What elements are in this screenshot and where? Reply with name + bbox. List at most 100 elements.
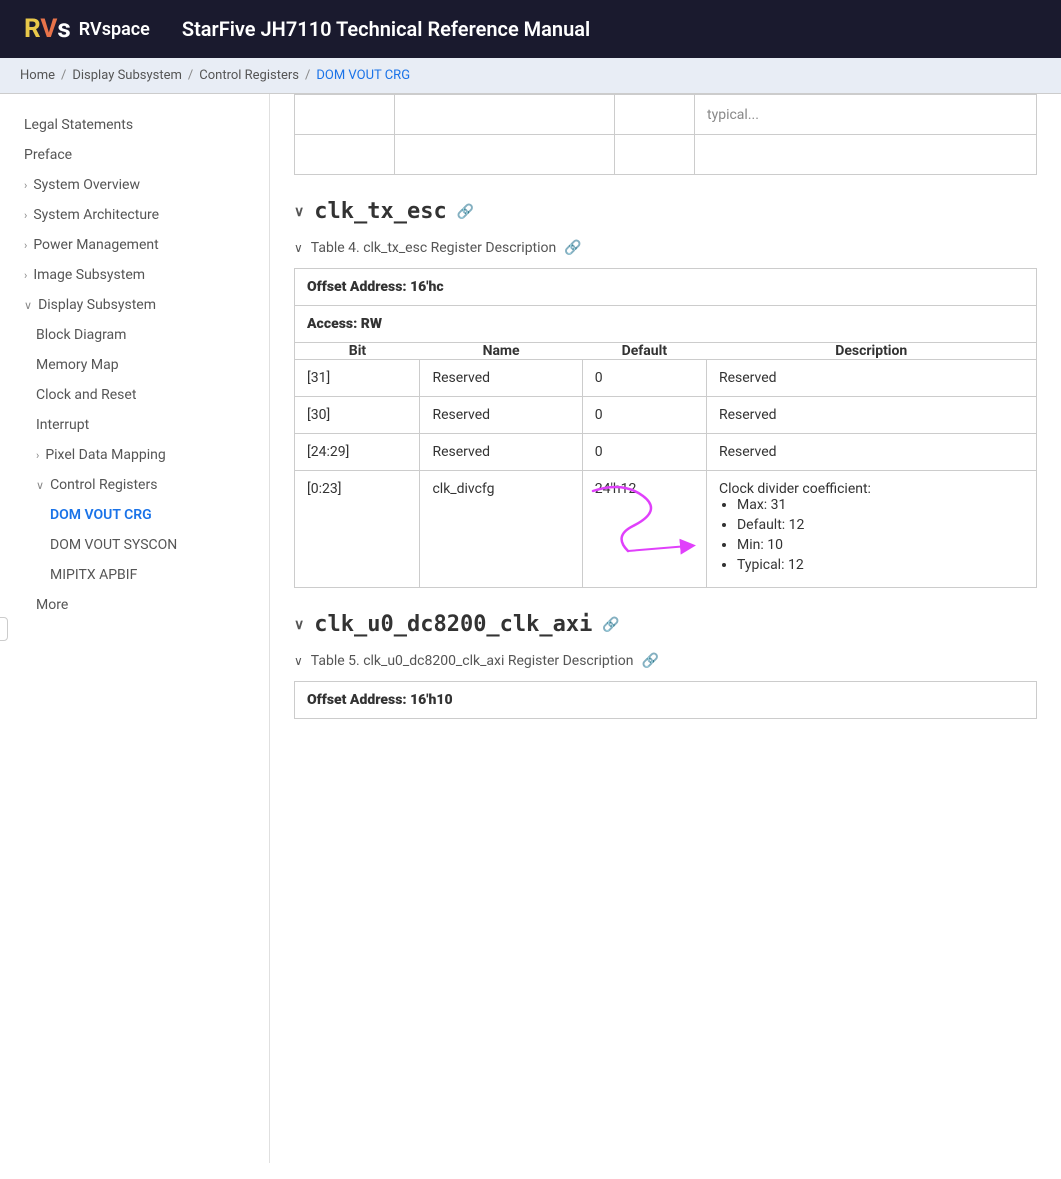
field-description: Clock divider coefficient: Max: 31 Defau… bbox=[706, 471, 1036, 588]
sidebar-item-power-management[interactable]: › Power Management bbox=[0, 230, 269, 260]
table-header-row: Bit Name Default Description bbox=[295, 343, 1037, 360]
table4-title: Table 4. clk_tx_esc Register Description bbox=[311, 240, 556, 256]
expand-icon: ∨ bbox=[24, 299, 32, 312]
expand-icon: › bbox=[24, 179, 27, 192]
section-clk-tx-esc: ∨ clk_tx_esc 🔗 bbox=[294, 199, 1037, 224]
partial-cell-8 bbox=[695, 135, 1037, 175]
partial-cell-7 bbox=[615, 135, 695, 175]
sidebar-item-dom-vout-crg[interactable]: DOM VOUT CRG bbox=[0, 500, 269, 530]
bit-field: [24:29] bbox=[295, 434, 420, 471]
sidebar-label: More bbox=[36, 597, 68, 613]
sidebar-item-clock-and-reset[interactable]: Clock and Reset bbox=[0, 380, 269, 410]
expand-icon: ∨ bbox=[36, 479, 44, 492]
partial-cell-5 bbox=[295, 135, 395, 175]
field-default: 0 bbox=[582, 360, 706, 397]
section-title: clk_tx_esc bbox=[314, 199, 446, 224]
partial-cell-4: typical... bbox=[695, 95, 1037, 135]
sidebar-label: Preface bbox=[24, 147, 72, 163]
access-value: Access: RW bbox=[295, 306, 1037, 343]
sidebar-item-system-overview[interactable]: › System Overview bbox=[0, 170, 269, 200]
breadcrumb-sep-3: / bbox=[305, 68, 310, 83]
sidebar-item-image-subsystem[interactable]: › Image Subsystem bbox=[0, 260, 269, 290]
section-toggle[interactable]: ∨ bbox=[294, 204, 304, 220]
annotation-squiggle bbox=[573, 481, 693, 561]
table-clk-tx-esc: Offset Address: 16'hc Access: RW Bit Nam… bbox=[294, 268, 1037, 588]
sidebar-label: Control Registers bbox=[50, 477, 157, 493]
sidebar-label: Power Management bbox=[33, 237, 158, 253]
sidebar-label: DOM VOUT CRG bbox=[50, 507, 152, 523]
table4-toggle[interactable]: ∨ bbox=[294, 241, 303, 255]
sidebar-item-display-subsystem[interactable]: ∨ Display Subsystem bbox=[0, 290, 269, 320]
offset-address: Offset Address: 16'hc bbox=[295, 269, 1037, 306]
sidebar-item-block-diagram[interactable]: Block Diagram bbox=[0, 320, 269, 350]
col-default: Default bbox=[582, 343, 706, 360]
sidebar-label: Interrupt bbox=[36, 417, 89, 433]
logo-r: R bbox=[24, 14, 40, 44]
section-toggle-2[interactable]: ∨ bbox=[294, 617, 304, 633]
sidebar-label: Display Subsystem bbox=[38, 297, 156, 313]
table4-link-icon[interactable]: 🔗 bbox=[564, 240, 581, 256]
sidebar-label: Image Subsystem bbox=[33, 267, 145, 283]
table-row: [0:23] clk_divcfg 24'h12 bbox=[295, 471, 1037, 588]
section-link-icon[interactable]: 🔗 bbox=[457, 204, 474, 220]
sidebar-item-control-registers[interactable]: ∨ Control Registers bbox=[0, 470, 269, 500]
sidebar-item-interrupt[interactable]: Interrupt bbox=[0, 410, 269, 440]
section-clk-u0: ∨ clk_u0_dc8200_clk_axi 🔗 bbox=[294, 612, 1037, 637]
list-item-default: Default: 12 bbox=[737, 517, 1024, 533]
field-name: Reserved bbox=[420, 434, 582, 471]
sidebar-label: MIPITX APBIF bbox=[50, 567, 137, 583]
partial-cell-1 bbox=[295, 95, 395, 135]
sidebar-label: Legal Statements bbox=[24, 117, 133, 133]
logo-icon: RVs bbox=[24, 14, 71, 44]
logo-v: V bbox=[40, 14, 57, 44]
partial-cell-3 bbox=[615, 95, 695, 135]
field-description: Reserved bbox=[706, 397, 1036, 434]
section-title-2: clk_u0_dc8200_clk_axi bbox=[314, 612, 592, 637]
sidebar-item-pixel-data-mapping[interactable]: › Pixel Data Mapping bbox=[0, 440, 269, 470]
logo-area: RVs RVspace bbox=[24, 14, 150, 44]
sidebar-item-mipitx-apbif[interactable]: MIPITX APBIF bbox=[0, 560, 269, 590]
sidebar-collapse-button[interactable]: ‹ bbox=[0, 617, 8, 641]
partial-cell-6 bbox=[395, 135, 615, 175]
sidebar-item-more[interactable]: More bbox=[0, 590, 269, 620]
expand-icon: › bbox=[24, 209, 27, 222]
table-row: [30] Reserved 0 Reserved bbox=[295, 397, 1037, 434]
logo-brand: RVspace bbox=[79, 19, 150, 40]
table5-heading: ∨ Table 5. clk_u0_dc8200_clk_axi Registe… bbox=[294, 653, 1037, 669]
field-default: 0 bbox=[582, 434, 706, 471]
col-bit: Bit bbox=[295, 343, 420, 360]
breadcrumb-control-registers[interactable]: Control Registers bbox=[199, 68, 299, 83]
table5-toggle[interactable]: ∨ bbox=[294, 654, 303, 668]
list-item-min: Min: 10 bbox=[737, 537, 1024, 553]
sidebar-label: System Architecture bbox=[33, 207, 159, 223]
logo-s: s bbox=[57, 14, 70, 44]
breadcrumb-sep-2: / bbox=[188, 68, 193, 83]
offset-row: Offset Address: 16'hc bbox=[295, 269, 1037, 306]
field-description: Reserved bbox=[706, 434, 1036, 471]
partial-table: typical... bbox=[294, 94, 1037, 175]
section-link-icon-2[interactable]: 🔗 bbox=[602, 617, 619, 633]
breadcrumb-dom-vout-crg[interactable]: DOM VOUT CRG bbox=[316, 68, 410, 83]
offset-address-2: Offset Address: 16'h10 bbox=[295, 682, 1037, 719]
field-default: 24'h12 bbox=[582, 471, 706, 588]
expand-icon: › bbox=[24, 239, 27, 252]
sidebar-label: System Overview bbox=[33, 177, 140, 193]
header-title: StarFive JH7110 Technical Reference Manu… bbox=[182, 17, 590, 41]
header: RVs RVspace StarFive JH7110 Technical Re… bbox=[0, 0, 1061, 58]
sidebar-item-legal-statements[interactable]: Legal Statements bbox=[0, 110, 269, 140]
col-description: Description bbox=[706, 343, 1036, 360]
sidebar: ‹ Legal Statements Preface › System Over… bbox=[0, 94, 270, 1163]
sidebar-item-dom-vout-syscon[interactable]: DOM VOUT SYSCON bbox=[0, 530, 269, 560]
breadcrumb: Home / Display Subsystem / Control Regis… bbox=[0, 58, 1061, 94]
offset-row-2: Offset Address: 16'h10 bbox=[295, 682, 1037, 719]
col-name: Name bbox=[420, 343, 582, 360]
breadcrumb-home[interactable]: Home bbox=[20, 68, 55, 83]
bit-field: [0:23] bbox=[295, 471, 420, 588]
sidebar-item-system-architecture[interactable]: › System Architecture bbox=[0, 200, 269, 230]
table5-title: Table 5. clk_u0_dc8200_clk_axi Register … bbox=[311, 653, 634, 669]
sidebar-item-preface[interactable]: Preface bbox=[0, 140, 269, 170]
breadcrumb-display-subsystem[interactable]: Display Subsystem bbox=[72, 68, 182, 83]
bit-field: [31] bbox=[295, 360, 420, 397]
sidebar-item-memory-map[interactable]: Memory Map bbox=[0, 350, 269, 380]
table5-link-icon[interactable]: 🔗 bbox=[641, 653, 658, 669]
